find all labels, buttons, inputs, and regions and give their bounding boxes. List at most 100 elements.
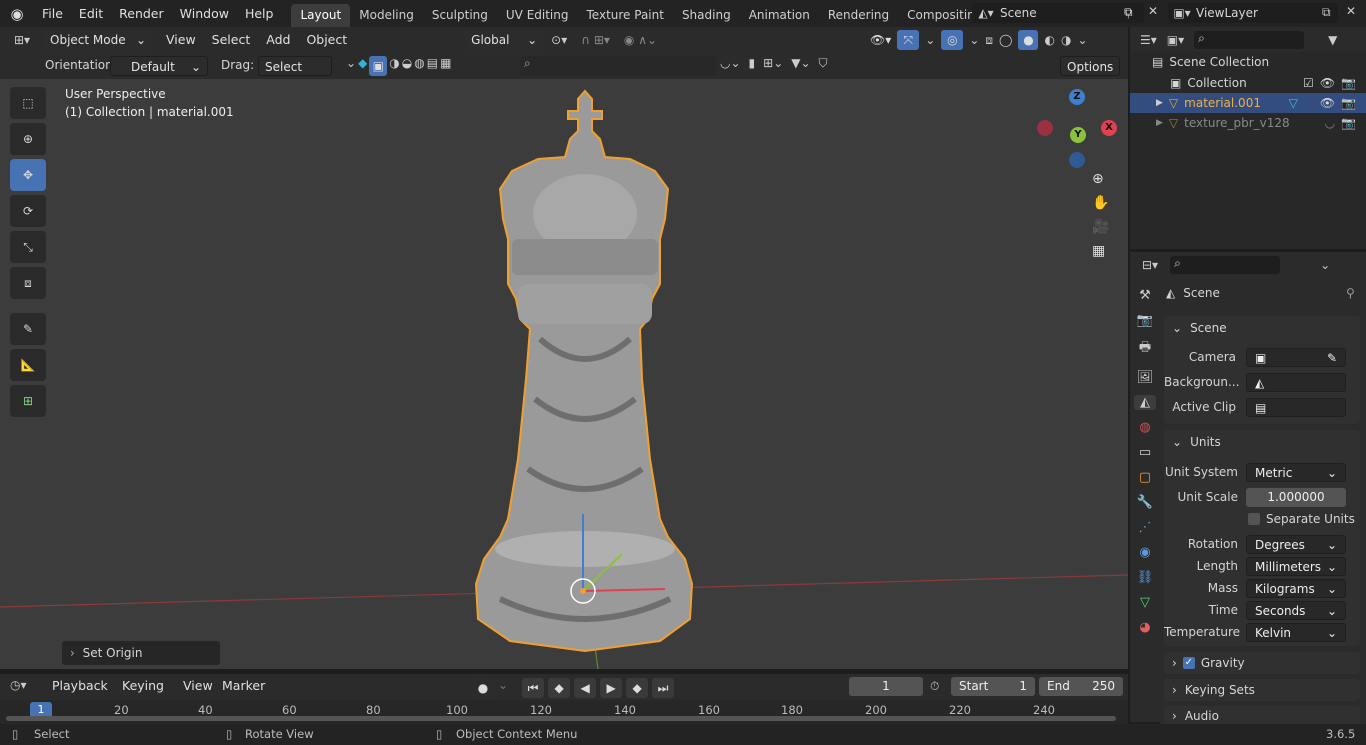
camera-icon[interactable]: 📷	[1341, 96, 1356, 110]
expand-arrow-icon[interactable]: ▶	[1156, 118, 1163, 128]
viewlayer-selector[interactable]: ▣▾ ViewLayer	[1168, 3, 1338, 23]
camera-icon[interactable]: 📷	[1341, 76, 1356, 90]
gizmo-toggle-icon[interactable]: ⤧	[897, 30, 920, 50]
orientation-dropdown[interactable]: Default ⌄	[110, 56, 208, 76]
end-frame-field[interactable]: End 250	[1039, 677, 1123, 696]
properties-search-input[interactable]: ⌕	[1170, 255, 1281, 274]
separate-units-row[interactable]: Separate Units	[1248, 512, 1355, 526]
rotation-dropdown[interactable]: Degrees ⌄	[1246, 535, 1346, 554]
expand-arrow-icon[interactable]: ▶	[1156, 98, 1163, 108]
play-reverse-icon[interactable]: ◀	[574, 678, 597, 698]
vp-menu-object[interactable]: Object	[298, 26, 355, 53]
gravity-checkbox[interactable]: ✓	[1182, 657, 1195, 669]
delete-scene-icon[interactable]: ✕	[1148, 4, 1158, 18]
outliner-row[interactable]: ▶ ▽ texture_pbr_v128 ◡ 📷	[1130, 113, 1366, 133]
shield-icon[interactable]: ⛉	[819, 56, 828, 71]
editor-type-icon[interactable]: ⊟▾	[1142, 258, 1158, 272]
keying-sets-panel[interactable]: › Keying Sets	[1164, 679, 1360, 701]
timeline-scrollbar[interactable]	[6, 716, 1116, 721]
add-cube-tool[interactable]: ⊞	[10, 385, 46, 417]
hand-icon[interactable]: ✋	[1092, 195, 1109, 211]
cursor-tool[interactable]: ⊕	[10, 123, 46, 155]
chevron-down-icon[interactable]: ⌄	[1320, 258, 1330, 272]
rotate-tool[interactable]: ⟳	[10, 195, 46, 227]
menu-file[interactable]: File	[34, 0, 71, 27]
editor-type-icon[interactable]: ☰▾	[1140, 33, 1157, 47]
render-tab-icon[interactable]: 📷	[1134, 313, 1156, 328]
outliner-search-input[interactable]: ⌕	[1194, 30, 1305, 49]
wireframe-shading-icon[interactable]: ◯	[999, 33, 1012, 47]
object-tab-icon[interactable]: ▢	[1134, 470, 1156, 485]
tab-sculpting[interactable]: Sculpting	[423, 4, 497, 27]
camera-icon[interactable]: 📷	[1341, 116, 1356, 130]
xray-icon[interactable]: ⧈	[985, 33, 993, 48]
tab-modeling[interactable]: Modeling	[350, 4, 423, 27]
hierarchy-icon[interactable]: ⊞⌄	[763, 56, 783, 71]
play-icon[interactable]: ▶	[600, 678, 623, 698]
units-panel-header[interactable]: ⌄ Units	[1172, 435, 1221, 449]
background-field[interactable]: ◭	[1246, 373, 1346, 392]
mass-dropdown[interactable]: Kilograms ⌄	[1246, 579, 1346, 598]
collapse-icon[interactable]: ◡⌄	[720, 56, 741, 71]
material-tab-icon[interactable]: ◕	[1134, 620, 1156, 635]
delete-viewlayer-icon[interactable]: ✕	[1346, 4, 1356, 18]
select-box-tool[interactable]: ⬚	[10, 87, 46, 119]
y-axis-gizmo[interactable]: Y	[1070, 127, 1086, 143]
keying-sets-header[interactable]: › Keying Sets	[1172, 683, 1255, 697]
overlays-toggle-icon[interactable]: ◎	[941, 30, 964, 50]
overlays-dropdown-icon[interactable]: ⌄	[969, 33, 979, 47]
operator-panel[interactable]: › Set Origin	[62, 641, 220, 665]
outliner-root[interactable]: ▤ Scene Collection	[1152, 55, 1269, 69]
temperature-dropdown[interactable]: Kelvin ⌄	[1246, 623, 1346, 642]
tab-uv-editing[interactable]: UV Editing	[497, 4, 578, 27]
timeline-menu-playback[interactable]: Playback	[44, 673, 116, 699]
viewport-search-input[interactable]: ⌕	[520, 56, 716, 76]
editor-type-icon[interactable]: ⊞▾	[0, 33, 44, 47]
audio-header[interactable]: › Audio	[1172, 709, 1219, 723]
vp-menu-add[interactable]: Add	[258, 26, 298, 53]
modifier-tab-icon[interactable]: 🔧	[1134, 495, 1156, 510]
outliner-row-selected[interactable]: ▶ ▽ material.001 ▽ 👁 📷	[1130, 93, 1366, 113]
checkbox-icon[interactable]: ☑	[1303, 76, 1314, 90]
display-mode-icon[interactable]: ▣▾	[1167, 33, 1184, 47]
unit-system-dropdown[interactable]: Metric ⌄	[1246, 463, 1346, 482]
mode-dropdown[interactable]: Object Mode ⌄	[44, 29, 152, 50]
blender-logo-icon[interactable]: ◉	[0, 5, 34, 23]
tab-animation[interactable]: Animation	[740, 4, 819, 27]
separate-units-checkbox[interactable]	[1248, 513, 1260, 525]
chevron-down-icon[interactable]: ⌄	[498, 678, 508, 698]
annotate-tool[interactable]: ✎	[10, 313, 46, 345]
jump-start-icon[interactable]: ⏮	[522, 678, 545, 698]
cube-icon[interactable]: ◆	[358, 56, 367, 76]
select-subtract-icon[interactable]: ◒	[402, 56, 412, 76]
material-shading-icon[interactable]: ◐	[1044, 33, 1054, 47]
audio-panel[interactable]: › Audio	[1164, 706, 1360, 725]
tab-layout[interactable]: Layout	[291, 4, 351, 27]
new-scene-icon[interactable]: ⧉	[1124, 5, 1133, 20]
select-difference-icon[interactable]: ▦	[440, 56, 451, 76]
shading-dropdown-icon[interactable]: ⌄	[1077, 33, 1087, 47]
proportional-edit-icon[interactable]: ◉ ∧⌄	[624, 33, 657, 47]
camera-field[interactable]: ▣ ✎	[1246, 348, 1346, 367]
gravity-panel[interactable]: › ✓ Gravity	[1164, 652, 1360, 674]
record-icon[interactable]: ●	[472, 678, 494, 698]
neg-x-axis-gizmo[interactable]	[1037, 120, 1053, 136]
length-dropdown[interactable]: Millimeters ⌄	[1246, 557, 1346, 576]
world-tab-icon[interactable]: ◍	[1134, 420, 1156, 435]
x-axis-gizmo[interactable]: X	[1101, 120, 1117, 136]
tool-tab-icon[interactable]: ⚒	[1134, 288, 1156, 303]
eye-icon[interactable]: 👁	[1320, 96, 1335, 110]
solid-shading-icon[interactable]: ●	[1018, 30, 1039, 50]
eyedropper-icon[interactable]: ✎	[1327, 349, 1337, 368]
snap-icon[interactable]: ∩ ⊞▾	[581, 33, 610, 47]
menu-help[interactable]: Help	[237, 0, 282, 27]
scene-tab-icon[interactable]: ◭	[1134, 395, 1156, 410]
move-tool[interactable]: ✥	[10, 159, 46, 191]
drag-dropdown[interactable]: Select Box	[258, 56, 332, 94]
measure-tool[interactable]: 📐	[10, 349, 46, 381]
eye-icon[interactable]: 👁	[1320, 76, 1335, 90]
tab-shading[interactable]: Shading	[673, 4, 740, 27]
navigation-gizmo[interactable]: Z X Y	[1030, 87, 1120, 177]
vp-menu-select[interactable]: Select	[204, 26, 259, 53]
filter-icon[interactable]: ▼⌄	[791, 56, 810, 71]
